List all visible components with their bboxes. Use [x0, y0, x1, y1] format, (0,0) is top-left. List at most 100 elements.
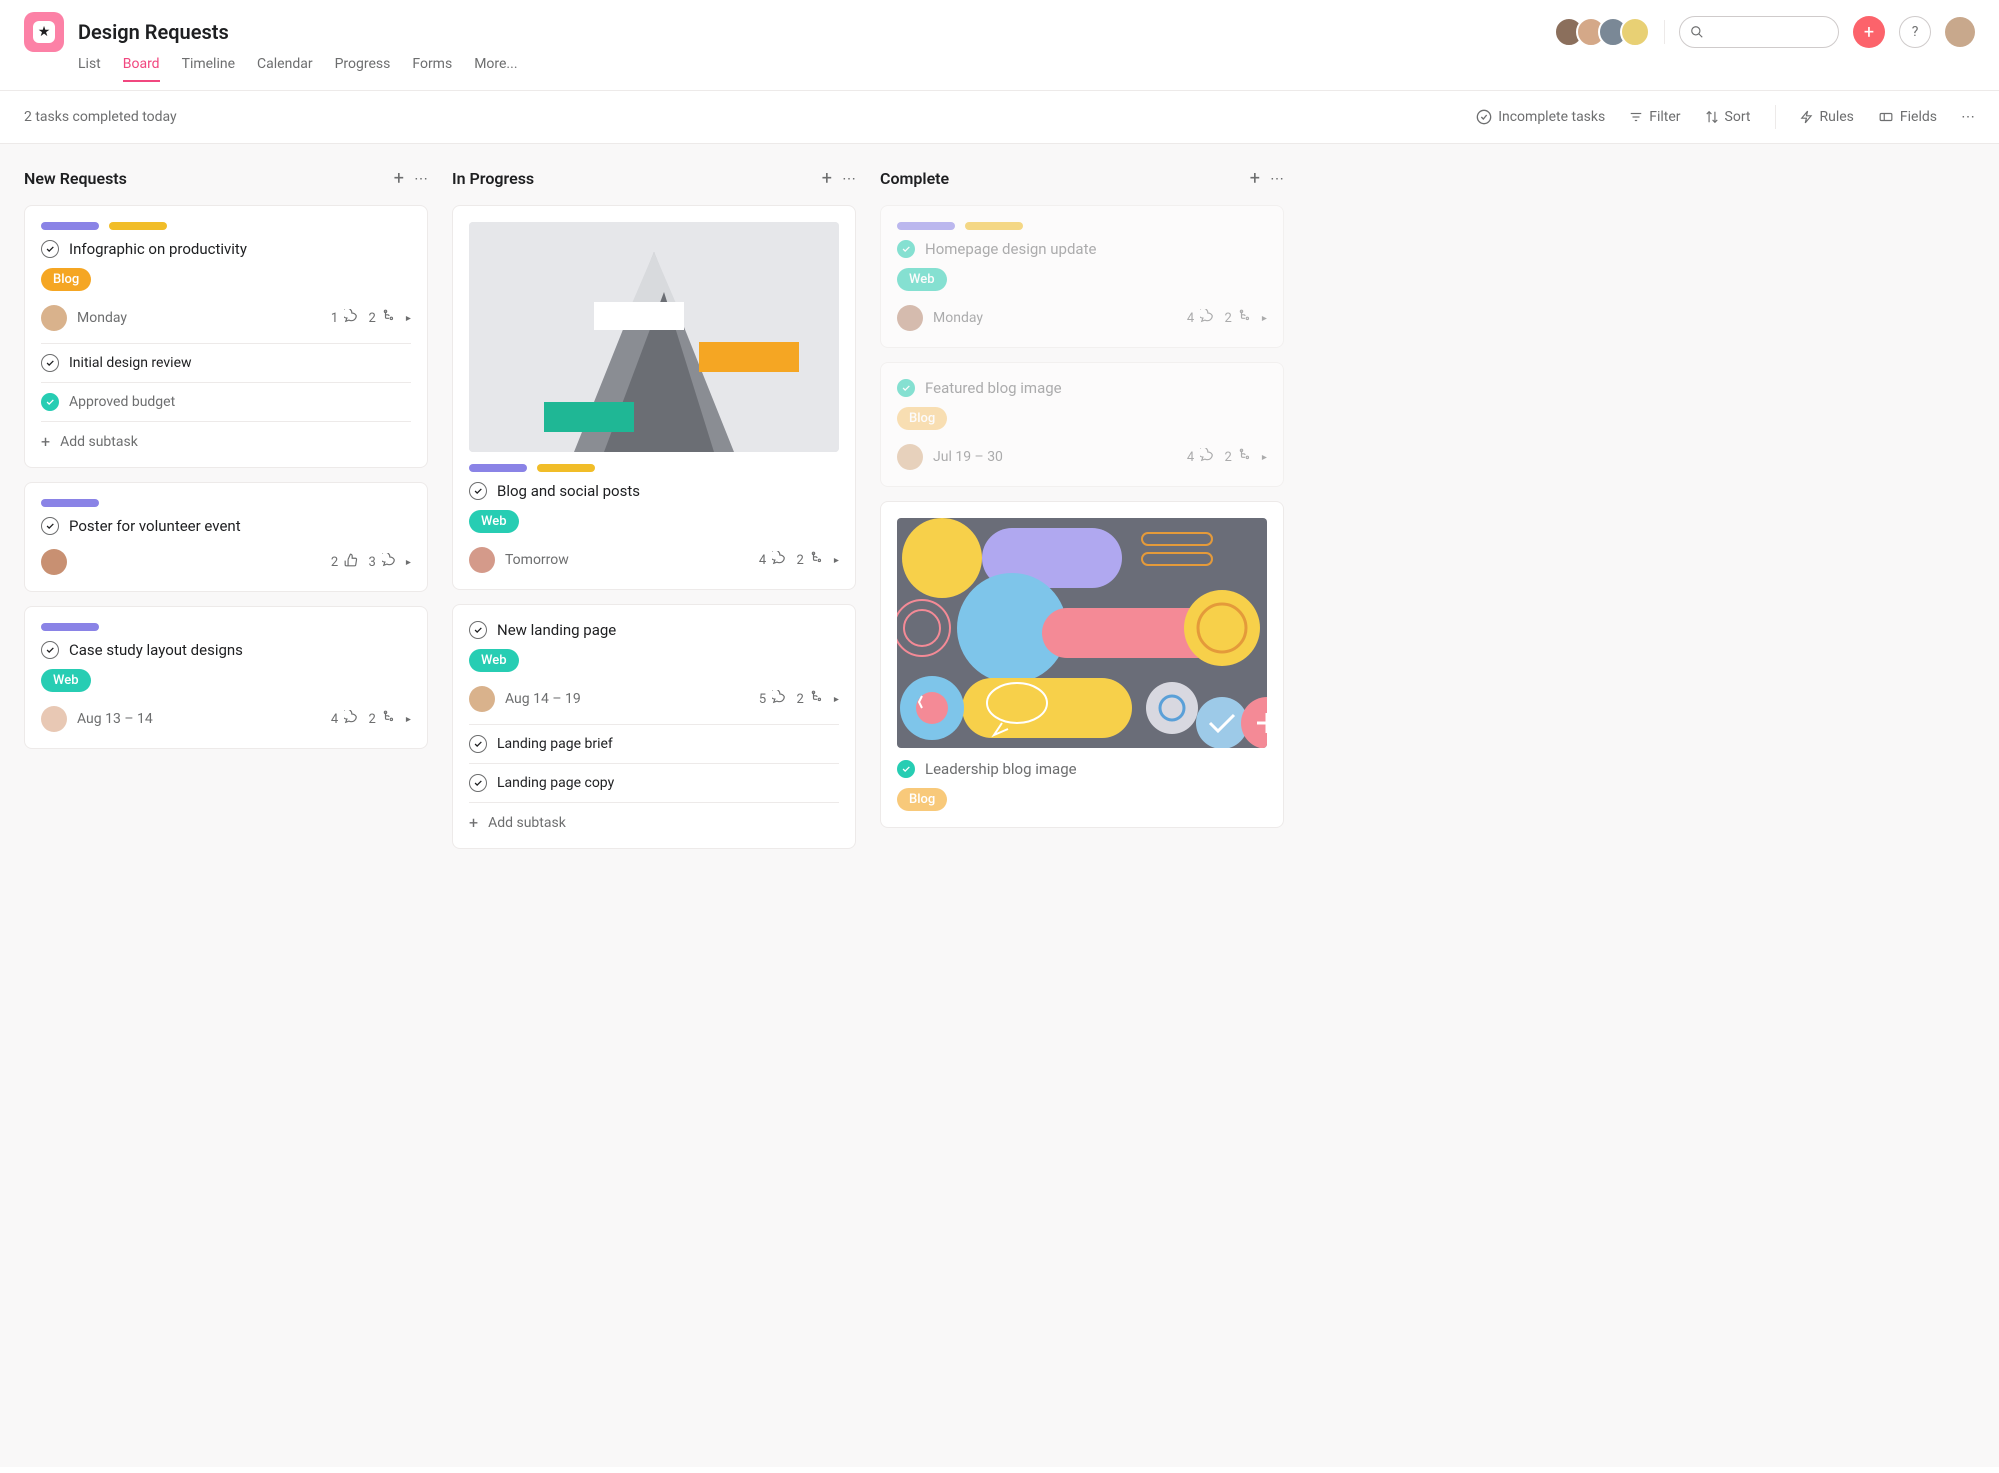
- column-more-button[interactable]: ⋯: [842, 168, 856, 189]
- label: Add subtask: [488, 815, 566, 831]
- add-task-button[interactable]: +: [1250, 168, 1260, 189]
- add-subtask-button[interactable]: +Add subtask: [41, 422, 411, 451]
- subtask-icon: [1238, 448, 1252, 466]
- label: Fields: [1900, 109, 1937, 125]
- check-icon[interactable]: [41, 517, 59, 535]
- pill-purple: [41, 623, 99, 631]
- status-text: 2 tasks completed today: [24, 109, 177, 125]
- chevron-right-icon[interactable]: ▾: [1259, 454, 1270, 459]
- add-button[interactable]: +: [1853, 16, 1885, 48]
- help-button[interactable]: ?: [1899, 16, 1931, 48]
- avatar-stack[interactable]: [1562, 17, 1650, 47]
- check-icon[interactable]: [41, 240, 59, 258]
- assignee-avatar[interactable]: [41, 706, 67, 732]
- pills: [41, 222, 411, 230]
- task-card[interactable]: New landing pageWebAug 14 – 195 2 ▾Landi…: [452, 604, 856, 849]
- add-subtask-button[interactable]: +Add subtask: [469, 803, 839, 832]
- tag-web[interactable]: Web: [469, 649, 519, 672]
- assignee-avatar[interactable]: [897, 444, 923, 470]
- project-icon[interactable]: ★: [24, 12, 64, 52]
- chevron-right-icon[interactable]: ▾: [1259, 315, 1270, 320]
- divider: [1775, 105, 1776, 129]
- assignee-avatar[interactable]: [469, 686, 495, 712]
- chevron-right-icon[interactable]: ▾: [403, 559, 414, 564]
- rules-button[interactable]: Rules: [1800, 109, 1854, 125]
- tag-blog[interactable]: Blog: [41, 268, 91, 291]
- tag-web[interactable]: Web: [469, 510, 519, 533]
- tab-calendar[interactable]: Calendar: [257, 56, 313, 82]
- fields-button[interactable]: Fields: [1878, 109, 1937, 125]
- check-icon[interactable]: [469, 774, 487, 792]
- due-date: Tomorrow: [505, 552, 569, 568]
- column-more-button[interactable]: ⋯: [414, 168, 428, 189]
- filter-button[interactable]: Filter: [1629, 109, 1680, 125]
- task-card[interactable]: Infographic on productivityBlogMonday1 2…: [24, 205, 428, 468]
- check-done-icon[interactable]: [897, 760, 915, 778]
- task-card[interactable]: Homepage design updateWebMonday4 2 ▾: [880, 205, 1284, 348]
- add-task-button[interactable]: +: [822, 168, 832, 189]
- subtask-icon: [1238, 309, 1252, 327]
- check-icon[interactable]: [469, 482, 487, 500]
- column: New Requests + ⋯ Infographic on producti…: [24, 168, 428, 763]
- subtask-row[interactable]: Initial design review: [41, 344, 411, 383]
- stat: 4: [1187, 309, 1215, 327]
- pill-purple: [41, 499, 99, 507]
- check-icon[interactable]: [41, 354, 59, 372]
- assignee-avatar[interactable]: [41, 549, 67, 575]
- column-more-button[interactable]: ⋯: [1270, 168, 1284, 189]
- toolbar: 2 tasks completed today Incomplete tasks…: [0, 91, 1999, 144]
- tab-board[interactable]: Board: [123, 56, 160, 82]
- due-date: Jul 19 – 30: [933, 449, 1003, 465]
- tab-progress[interactable]: Progress: [335, 56, 391, 82]
- subtask-icon: [810, 551, 824, 569]
- search-input[interactable]: [1679, 16, 1839, 48]
- task-card[interactable]: Case study layout designsWebAug 13 – 144…: [24, 606, 428, 749]
- check-icon[interactable]: [41, 641, 59, 659]
- subtask-row[interactable]: Landing page copy: [469, 764, 839, 803]
- tab-forms[interactable]: Forms: [412, 56, 452, 82]
- chevron-right-icon[interactable]: ▾: [831, 557, 842, 562]
- label: Incomplete tasks: [1498, 109, 1605, 125]
- task-title: Homepage design update: [925, 240, 1096, 258]
- column-title: New Requests: [24, 169, 384, 188]
- add-task-button[interactable]: +: [394, 168, 404, 189]
- cover-image: [469, 222, 839, 452]
- stat: 2: [368, 710, 396, 728]
- chevron-right-icon[interactable]: ▾: [403, 716, 414, 721]
- task-card[interactable]: Blog and social postsWebTomorrow4 2 ▾: [452, 205, 856, 590]
- chevron-right-icon[interactable]: ▾: [831, 696, 842, 701]
- assignee-avatar[interactable]: [41, 305, 67, 331]
- comment-icon: [1200, 309, 1214, 327]
- current-user-avatar[interactable]: [1945, 17, 1975, 47]
- check-done-icon[interactable]: [897, 379, 915, 397]
- tab-more[interactable]: More...: [474, 56, 517, 82]
- task-card[interactable]: Poster for volunteer event2 3 ▾: [24, 482, 428, 592]
- subtask-row[interactable]: Approved budget: [41, 383, 411, 422]
- divider: [1664, 20, 1665, 44]
- task-title: Case study layout designs: [69, 641, 243, 659]
- tag-web[interactable]: Web: [897, 268, 947, 291]
- tag-blog[interactable]: Blog: [897, 788, 947, 811]
- subtask-icon: [810, 690, 824, 708]
- assignee-avatar[interactable]: [469, 547, 495, 573]
- task-card[interactable]: Leadership blog imageBlog: [880, 501, 1284, 828]
- incomplete-tasks-filter[interactable]: Incomplete tasks: [1476, 109, 1605, 125]
- check-done-icon[interactable]: [41, 393, 59, 411]
- check-done-icon[interactable]: [897, 240, 915, 258]
- task-title: Blog and social posts: [497, 482, 640, 500]
- tag-blog[interactable]: Blog: [897, 407, 947, 430]
- pills: [41, 499, 411, 507]
- sort-button[interactable]: Sort: [1705, 109, 1751, 125]
- more-button[interactable]: ⋯: [1961, 109, 1975, 125]
- assignee-avatar[interactable]: [897, 305, 923, 331]
- stat: 4: [759, 551, 787, 569]
- chevron-right-icon[interactable]: ▾: [403, 315, 414, 320]
- avatar[interactable]: [1620, 17, 1650, 47]
- tab-timeline[interactable]: Timeline: [182, 56, 235, 82]
- tag-web[interactable]: Web: [41, 669, 91, 692]
- check-icon[interactable]: [469, 735, 487, 753]
- check-icon[interactable]: [469, 621, 487, 639]
- tab-list[interactable]: List: [78, 56, 101, 82]
- task-card[interactable]: Featured blog imageBlogJul 19 – 304 2 ▾: [880, 362, 1284, 487]
- subtask-row[interactable]: Landing page brief: [469, 725, 839, 764]
